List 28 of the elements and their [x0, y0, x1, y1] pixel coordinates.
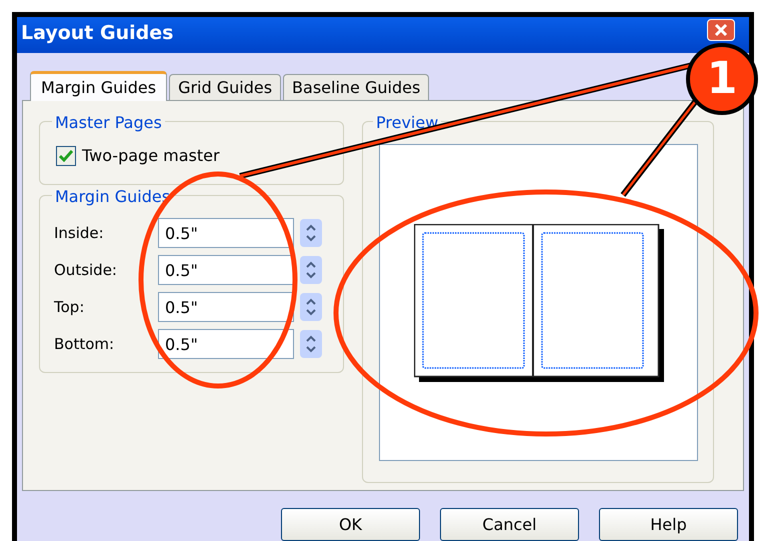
tab[interactable]: Grid Guides: [169, 74, 282, 100]
dialog-button[interactable]: Help: [599, 508, 738, 541]
input-field[interactable]: 0.5": [158, 218, 294, 248]
spinner-button[interactable]: [300, 293, 322, 321]
field-label: Outside:: [54, 260, 118, 281]
close-icon: [714, 23, 728, 37]
close-button[interactable]: [707, 19, 735, 41]
up-down-arrows-icon: [305, 223, 317, 243]
field-label: Inside:: [54, 222, 105, 244]
tab[interactable]: Margin Guides: [30, 71, 168, 101]
checkbox[interactable]: [56, 146, 76, 166]
window-title: Layout Guides: [21, 21, 174, 46]
up-down-arrows-icon: [305, 297, 317, 317]
spinner-button[interactable]: [300, 219, 322, 247]
input-field[interactable]: 0.5": [158, 292, 294, 322]
check-icon: [59, 150, 73, 162]
up-down-arrows-icon: [305, 260, 317, 280]
input-field[interactable]: 0.5": [158, 255, 294, 285]
field-label: Bottom:: [54, 334, 116, 355]
field-label: Top:: [54, 296, 86, 318]
input-field[interactable]: 0.5": [158, 329, 294, 359]
tab[interactable]: Baseline Guides: [283, 74, 430, 100]
dialog-button[interactable]: Cancel: [440, 508, 579, 541]
spinner-button[interactable]: [300, 330, 322, 358]
up-down-arrows-icon: [305, 334, 317, 354]
spinner-button[interactable]: [300, 256, 322, 284]
dialog-button[interactable]: OK: [281, 508, 420, 541]
checkbox-label: Two-page master: [82, 145, 220, 167]
